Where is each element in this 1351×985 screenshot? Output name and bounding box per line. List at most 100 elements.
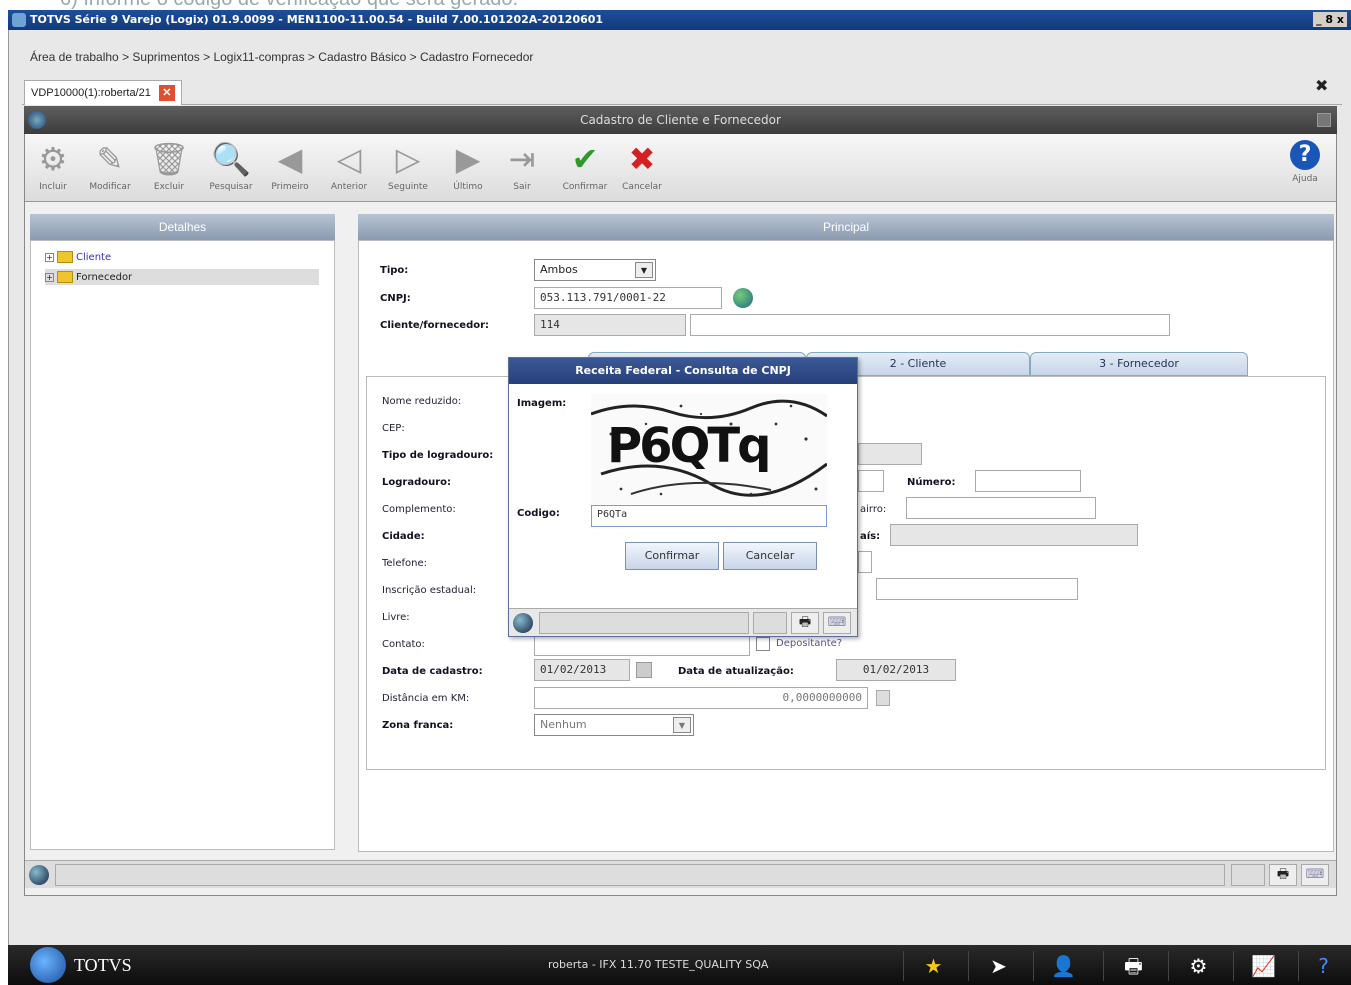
details-panel-title: Detalhes: [30, 214, 335, 240]
logradouro-input[interactable]: [858, 470, 884, 492]
tipo-logradouro-label: Tipo de logradouro:: [382, 450, 494, 461]
help-icon: ?: [1290, 140, 1320, 170]
app-icon: [12, 13, 26, 27]
sair-button[interactable]: ⇥ Sair: [503, 138, 541, 192]
cliente-fornecedor-label: Cliente/fornecedor:: [380, 320, 490, 331]
cliente-fornecedor-input[interactable]: 114: [534, 314, 686, 336]
chevron-down-icon: ▼: [635, 262, 653, 278]
distancia-label: Distância em KM:: [382, 693, 470, 704]
distancia-input[interactable]: 0,0000000000: [534, 687, 868, 709]
help-button[interactable]: ? Ajuda: [1287, 140, 1323, 184]
send-icon[interactable]: ➤: [968, 951, 1028, 981]
print-icon[interactable]: 🖶: [791, 612, 819, 634]
excluir-button[interactable]: 🗑 Excluir: [147, 138, 191, 192]
close-all-icon[interactable]: ✖: [1315, 76, 1328, 95]
anterior-button[interactable]: ◁ Anterior: [325, 138, 373, 192]
printer-icon[interactable]: 🖶: [1103, 951, 1163, 981]
tree-item-fornecedor[interactable]: + Fornecedor: [45, 269, 319, 285]
livre-label: Livre:: [382, 612, 410, 623]
tree-item-cliente[interactable]: + Cliente: [45, 251, 111, 263]
settings-gear-icon[interactable]: ⚙: [1168, 951, 1228, 981]
tab-fornecedor[interactable]: 3 - Fornecedor: [1030, 352, 1248, 376]
confirmar-button[interactable]: ✔ Confirmar: [555, 138, 615, 192]
pesquisar-button[interactable]: 🔍 Pesquisar: [203, 138, 259, 192]
user-icon[interactable]: 👤: [1033, 951, 1093, 981]
primeiro-button[interactable]: ◀ Primeiro: [265, 138, 315, 192]
taskbar-user: roberta - IFX 11.70 TESTE_QUALITY SQA: [548, 958, 769, 971]
totvs-logo-icon[interactable]: [30, 947, 66, 983]
data-atualizacao-input[interactable]: 01/02/2013: [836, 659, 956, 681]
contato-input[interactable]: [534, 634, 750, 656]
cliente-fornecedor-name-input[interactable]: [690, 314, 1170, 336]
status-field: [55, 864, 1225, 886]
depositante-checkbox[interactable]: [756, 637, 770, 651]
dialog-confirm-button[interactable]: Confirmar: [625, 542, 719, 570]
previous-icon: ◁: [336, 140, 362, 178]
favorites-star-icon[interactable]: ★: [903, 951, 963, 981]
keyboard-icon[interactable]: ⌨: [1301, 864, 1329, 886]
inscricao-extra-input[interactable]: [876, 578, 1078, 600]
dialog-cancel-button[interactable]: Cancelar: [723, 542, 817, 570]
principal-panel-title: Principal: [358, 214, 1334, 240]
globe-lookup-icon[interactable]: [733, 288, 753, 308]
tipo-select[interactable]: Ambos ▼: [534, 259, 656, 281]
incluir-button[interactable]: ⚙ Incluir: [31, 138, 75, 192]
status-field-2: [1231, 864, 1265, 886]
breadcrumb[interactable]: Área de trabalho > Suprimentos > Logix11…: [30, 50, 533, 64]
dialog-statusbar: 🖶 ⌨: [509, 608, 857, 636]
keyboard-icon[interactable]: ⌨: [823, 612, 851, 634]
cidade-label: Cidade:: [382, 531, 425, 542]
help-icon[interactable]: ?: [1298, 951, 1348, 981]
codigo-input[interactable]: P6QTa: [591, 505, 827, 527]
dialog-title: Receita Federal - Consulta de CNPJ: [509, 358, 857, 384]
program-title: Cadastro de Cliente e Fornecedor: [580, 113, 781, 127]
dialog-status-field: [539, 612, 749, 634]
zona-franca-select[interactable]: Nenhum ▼: [534, 714, 694, 736]
imagem-label: Imagem:: [517, 398, 567, 409]
pais-input: [890, 524, 1138, 546]
window-controls[interactable]: _ 8 x: [1313, 12, 1347, 27]
trash-icon: 🗑: [148, 140, 190, 178]
numero-label: Número:: [907, 477, 956, 488]
globe-icon: [29, 865, 49, 885]
include-icon: ⚙: [38, 140, 68, 178]
cep-label: CEP:: [382, 423, 405, 434]
telefone-extra-input[interactable]: [858, 551, 872, 573]
search-icon: 🔍: [211, 140, 251, 178]
zona-franca-label: Zona franca:: [382, 720, 454, 731]
calendar-icon[interactable]: [636, 662, 652, 678]
folder-icon: [57, 251, 73, 263]
cnpj-input[interactable]: 053.113.791/0001-22: [534, 287, 722, 309]
top-caption-fragment: 6) Informe o código de verificação que s…: [0, 0, 1351, 10]
numero-input[interactable]: [975, 470, 1081, 492]
print-icon[interactable]: 🖶: [1269, 864, 1297, 886]
details-panel: + Cliente + Fornecedor: [30, 240, 335, 850]
tab-strip: [22, 80, 1342, 105]
expand-icon[interactable]: +: [45, 272, 54, 282]
data-cadastro-input[interactable]: 01/02/2013: [534, 659, 630, 681]
calculator-icon[interactable]: [876, 690, 890, 706]
logradouro-label: Logradouro:: [382, 477, 452, 488]
bairro-label: airro:: [860, 504, 887, 515]
cancelar-button[interactable]: ✖ Cancelar: [615, 138, 669, 192]
tab-label: VDP10000(1):roberta/21: [31, 87, 151, 99]
check-icon: ✔: [571, 140, 599, 178]
tab-close-icon[interactable]: ✕: [158, 85, 175, 101]
next-icon: ▷: [395, 140, 421, 178]
first-icon: ◀: [277, 140, 303, 178]
chart-icon[interactable]: 📈: [1233, 951, 1293, 981]
tab-program[interactable]: VDP10000(1):roberta/21 ✕: [24, 80, 182, 105]
data-atualizacao-label: Data de atualização:: [678, 666, 794, 677]
seguinte-button[interactable]: ▷ Seguinte: [383, 138, 433, 192]
close-program-button[interactable]: [1317, 113, 1331, 127]
globe-icon: [513, 613, 533, 633]
expand-icon[interactable]: +: [45, 252, 54, 262]
codigo-label: Codigo:: [517, 508, 560, 519]
ultimo-button[interactable]: ▶ Último: [445, 138, 491, 192]
modificar-button[interactable]: ✎ Modificar: [85, 138, 135, 192]
bairro-input[interactable]: [906, 497, 1096, 519]
tipo-logradouro-desc: [858, 443, 922, 465]
window-titlebar: TOTVS Série 9 Varejo (Logix) 01.9.0099 -…: [8, 10, 1351, 30]
contato-label: Contato:: [382, 639, 425, 650]
taskbar-brand: TOTVS: [74, 955, 132, 975]
